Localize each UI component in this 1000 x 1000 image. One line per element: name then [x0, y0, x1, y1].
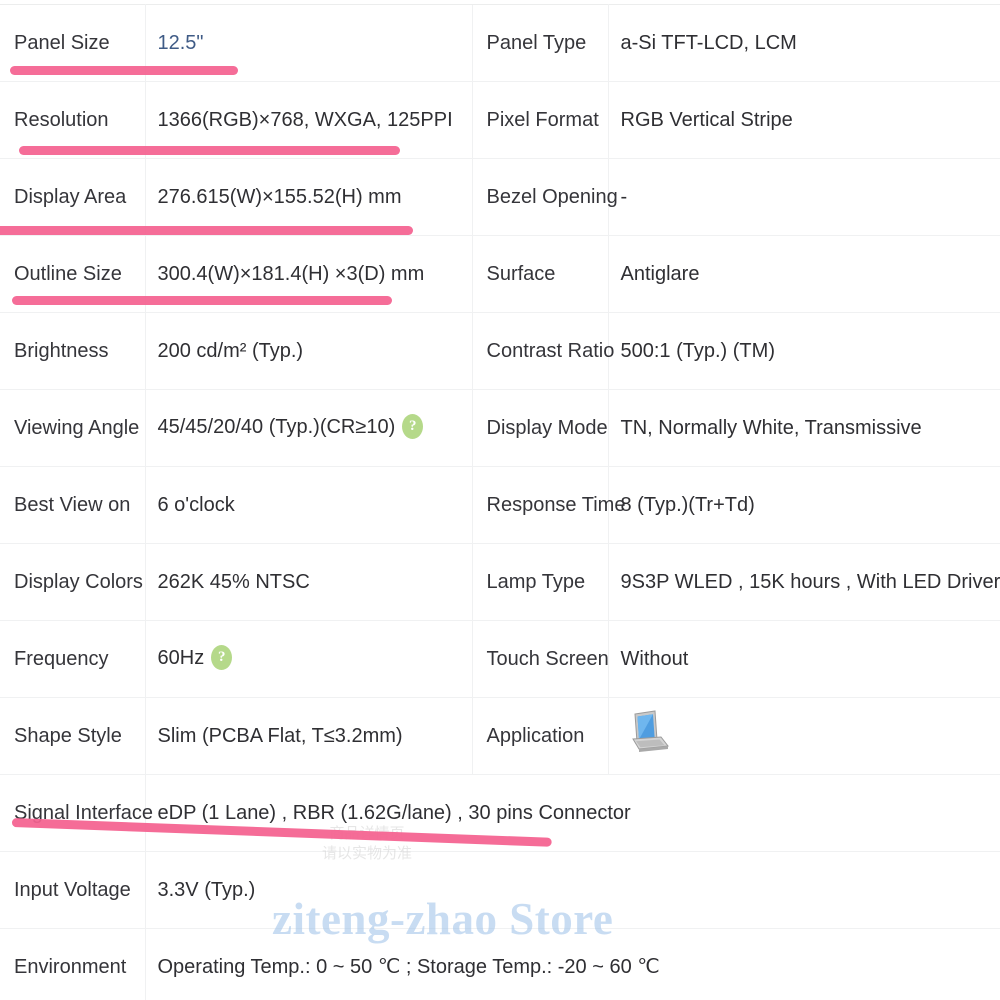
table-row: Display Area 276.615(W)×155.52(H) mm Bez… — [0, 158, 1000, 236]
table-row: Resolution 1366(RGB)×768, WXGA, 125PPI P… — [0, 81, 1000, 159]
help-question-icon[interactable]: ? — [211, 644, 233, 670]
row-label-response-time: Response Time — [471, 466, 625, 544]
row-label-surface: Surface — [471, 235, 609, 313]
row-label-display-mode: Display Mode — [471, 389, 609, 467]
row-label-display-area: Display Area — [0, 158, 146, 236]
laptop-icon — [621, 708, 673, 760]
row-value-best-view-on: 6 o'clock — [145, 466, 472, 544]
row-value-pixel-format: RGB Vertical Stripe — [608, 81, 1000, 159]
panel-size-value[interactable]: 12.5" — [158, 32, 204, 54]
row-label-display-colors: Display Colors — [0, 543, 146, 621]
row-value-signal-interface: eDP (1 Lane) , RBR (1.62G/lane) , 30 pin… — [145, 774, 1000, 852]
row-label-frequency: Frequency — [0, 620, 146, 698]
row-value-resolution: 1366(RGB)×768, WXGA, 125PPI — [145, 81, 472, 159]
row-value-surface: Antiglare — [608, 235, 1000, 313]
table-row: Shape Style Slim (PCBA Flat, T≤3.2mm) Ap… — [0, 697, 1000, 775]
row-value-environment: Operating Temp.: 0 ~ 50 ℃ ; Storage Temp… — [145, 928, 1000, 1000]
row-value-application — [608, 697, 1000, 775]
row-value-outline-size: 300.4(W)×181.4(H) ×3(D) mm — [145, 235, 472, 313]
row-label-panel-size: Panel Size — [0, 4, 146, 82]
row-label-pixel-format: Pixel Format — [471, 81, 609, 159]
viewing-angle-value: 45/45/20/40 (Typ.)(CR≥10) — [157, 416, 396, 439]
row-label-lamp-type: Lamp Type — [471, 543, 609, 621]
row-label-environment: Environment — [0, 928, 146, 1000]
panel-specification-table: Panel Size 12.5" Panel Type a-Si TFT-LCD… — [0, 4, 1000, 1000]
row-value-viewing-angle: 45/45/20/40 (Typ.)(CR≥10)? — [145, 389, 472, 467]
row-label-bezel-opening: Bezel Opening — [471, 158, 618, 236]
row-label-outline-size: Outline Size — [0, 235, 146, 313]
row-label-application: Application — [471, 697, 609, 775]
row-value-shape-style: Slim (PCBA Flat, T≤3.2mm) — [145, 697, 472, 775]
table-row: Environment Operating Temp.: 0 ~ 50 ℃ ; … — [0, 928, 1000, 1000]
row-value-input-voltage: 3.3V (Typ.) — [145, 851, 1000, 929]
row-label-viewing-angle: Viewing Angle — [0, 389, 146, 467]
row-label-best-view-on: Best View on — [0, 466, 146, 544]
row-label-resolution: Resolution — [0, 81, 146, 159]
row-label-shape-style: Shape Style — [0, 697, 146, 775]
table-row: Signal Interface eDP (1 Lane) , RBR (1.6… — [0, 774, 1000, 852]
table-row: Input Voltage 3.3V (Typ.) — [0, 851, 1000, 929]
table-row: Frequency 60Hz? Touch Screen Without — [0, 620, 1000, 698]
row-label-signal-interface: Signal Interface — [0, 774, 153, 852]
row-label-touch-screen: Touch Screen — [471, 620, 609, 698]
row-value-display-mode: TN, Normally White, Transmissive — [608, 389, 1000, 467]
frequency-value: 60Hz — [157, 647, 205, 670]
row-label-brightness: Brightness — [0, 312, 146, 390]
row-label-contrast-ratio: Contrast Ratio — [471, 312, 614, 390]
table-row: Viewing Angle 45/45/20/40 (Typ.)(CR≥10)?… — [0, 389, 1000, 467]
row-value-brightness: 200 cd/m² (Typ.) — [145, 312, 472, 390]
row-value-frequency: 60Hz? — [145, 620, 472, 698]
table-row: Panel Size 12.5" Panel Type a-Si TFT-LCD… — [0, 4, 1000, 82]
row-value-display-colors: 262K 45% NTSC — [145, 543, 472, 621]
row-value-contrast-ratio: 500:1 (Typ.) (TM) — [608, 312, 1000, 390]
row-label-input-voltage: Input Voltage — [0, 851, 146, 929]
row-value-display-area: 276.615(W)×155.52(H) mm — [145, 158, 472, 236]
row-value-panel-size: 12.5" — [145, 4, 472, 82]
row-value-bezel-opening: - — [608, 158, 1000, 236]
table-row: Display Colors 262K 45% NTSC Lamp Type 9… — [0, 543, 1000, 621]
row-value-touch-screen: Without — [608, 620, 1000, 698]
row-value-response-time: 8 (Typ.)(Tr+Td) — [608, 466, 1000, 544]
table-row: Outline Size 300.4(W)×181.4(H) ×3(D) mm … — [0, 235, 1000, 313]
help-question-icon[interactable]: ? — [402, 413, 424, 439]
row-value-panel-type: a-Si TFT-LCD, LCM — [608, 4, 1000, 82]
row-value-lamp-type: 9S3P WLED , 15K hours , With LED Driver — [608, 543, 1000, 621]
table-row: Best View on 6 o'clock Response Time 8 (… — [0, 466, 1000, 544]
spec-sheet-page: Panel Size 12.5" Panel Type a-Si TFT-LCD… — [0, 0, 1000, 1000]
row-label-panel-type: Panel Type — [471, 4, 609, 82]
table-row: Brightness 200 cd/m² (Typ.) Contrast Rat… — [0, 312, 1000, 390]
spec-table-body: Panel Size 12.5" Panel Type a-Si TFT-LCD… — [0, 4, 1000, 1000]
